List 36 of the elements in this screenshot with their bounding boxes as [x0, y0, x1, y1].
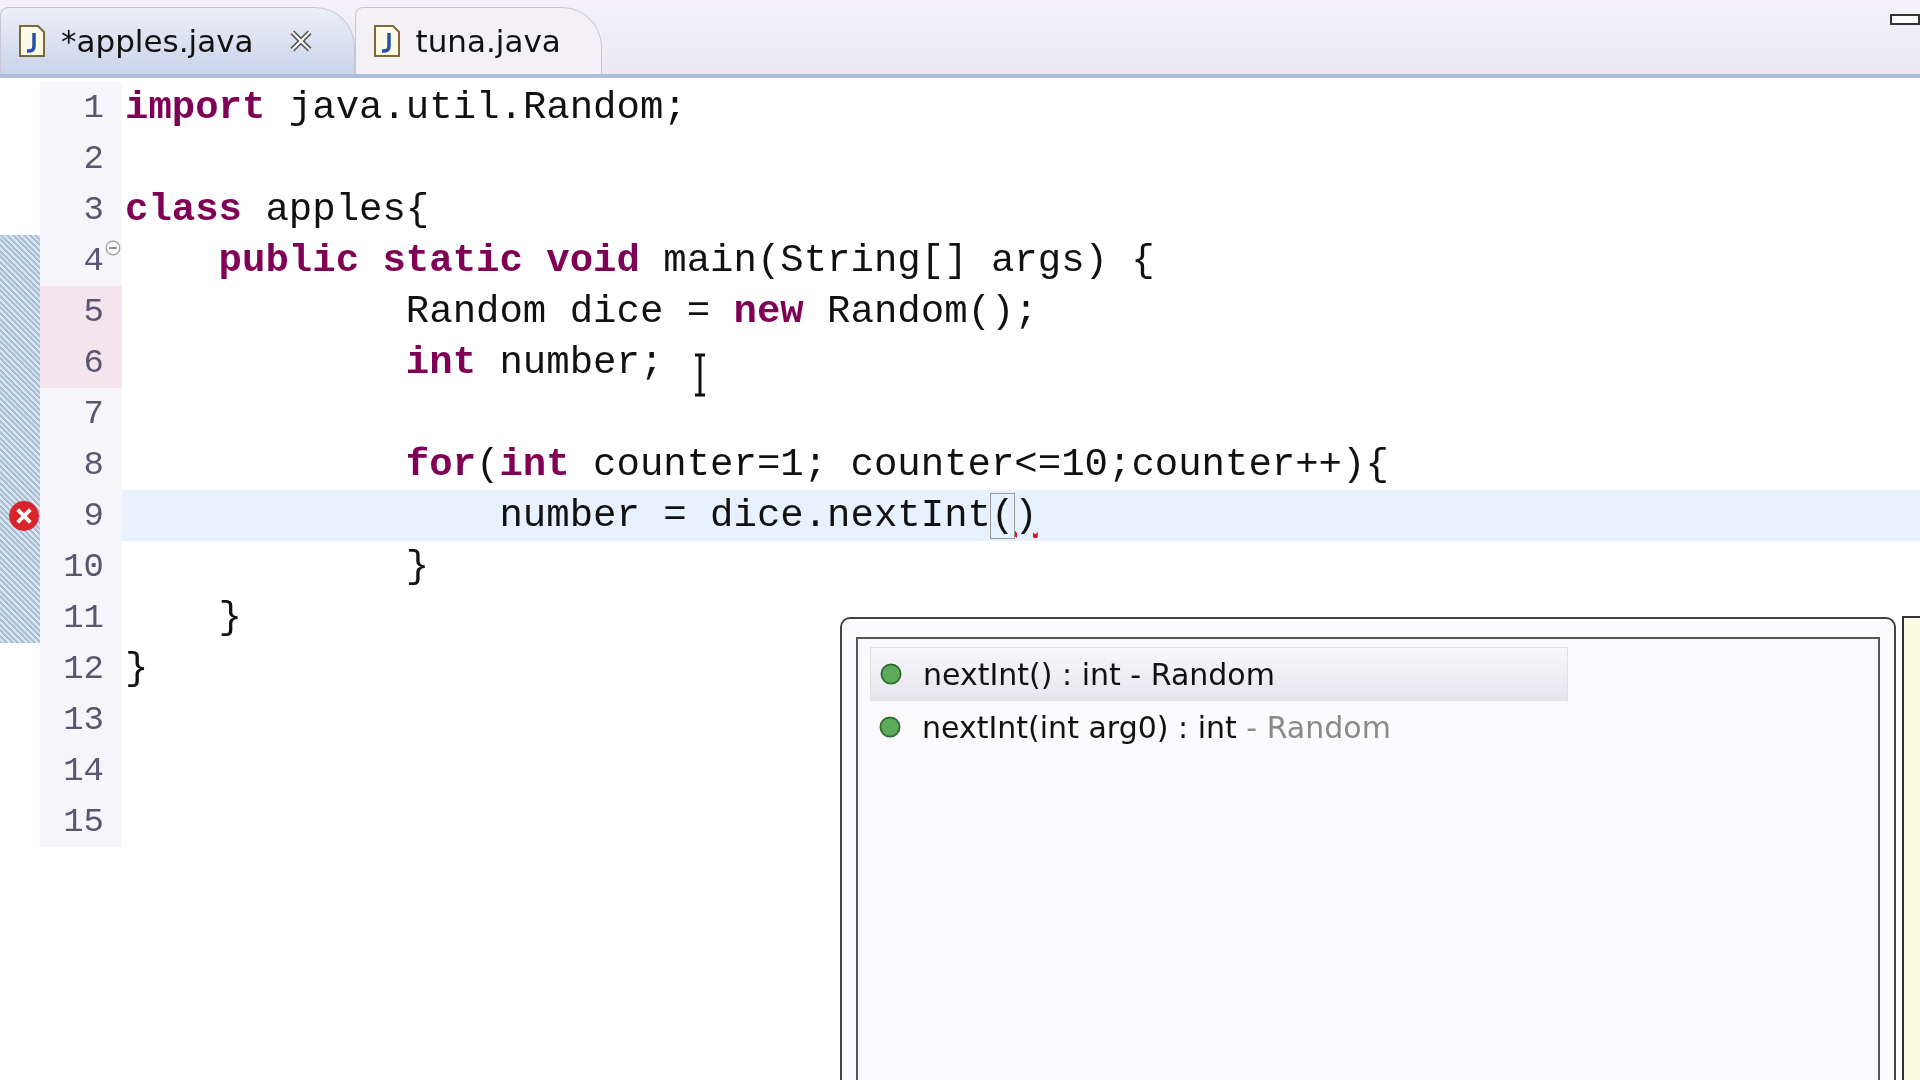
line-number: 13: [63, 702, 104, 737]
code-line: }: [125, 646, 149, 691]
code-line: int number;: [404, 340, 664, 385]
code-line: class apples{: [125, 187, 430, 232]
line-number: 9: [83, 498, 104, 533]
method-icon: [878, 715, 902, 739]
line-number: 15: [63, 804, 104, 839]
code-line: }: [217, 595, 243, 640]
code-line: public static void main(String[] args) {: [217, 238, 1155, 283]
code-line: }: [404, 544, 430, 589]
minimize-icon[interactable]: [1890, 14, 1920, 26]
line-number: 1: [83, 90, 104, 125]
line-number: 5: [83, 294, 104, 329]
completion-item[interactable]: nextInt(int arg0) : int - Random: [870, 701, 1566, 753]
line-number: 11: [63, 600, 104, 635]
line-number: 3: [83, 192, 104, 227]
code-line: for(int counter=1; counter<=10;counter++){: [404, 442, 1389, 487]
editor-tab[interactable]: tuna.java: [354, 7, 602, 74]
line-number: 8: [83, 447, 104, 482]
text-cursor-icon: [693, 352, 708, 397]
method-icon: [879, 662, 903, 686]
java-file-icon: [19, 25, 45, 57]
completion-item[interactable]: nextInt() : int - Random: [870, 647, 1568, 701]
line-number: 6: [83, 345, 104, 380]
line-number: 12: [63, 651, 104, 686]
editor-tab[interactable]: *apples.java: [0, 7, 355, 74]
line-number: 14: [63, 753, 104, 788]
java-file-icon: [373, 25, 400, 57]
line-number: 4: [83, 243, 104, 278]
line-number: 10: [63, 549, 104, 584]
code-line: number = dice.nextInt(): [498, 493, 1038, 538]
line-number: 2: [83, 141, 104, 176]
code-line: Random dice = new Random();: [404, 289, 1038, 334]
collapse-icon[interactable]: [105, 240, 121, 256]
line-number: 7: [83, 396, 104, 431]
code-line: import java.util.Random;: [125, 85, 687, 130]
